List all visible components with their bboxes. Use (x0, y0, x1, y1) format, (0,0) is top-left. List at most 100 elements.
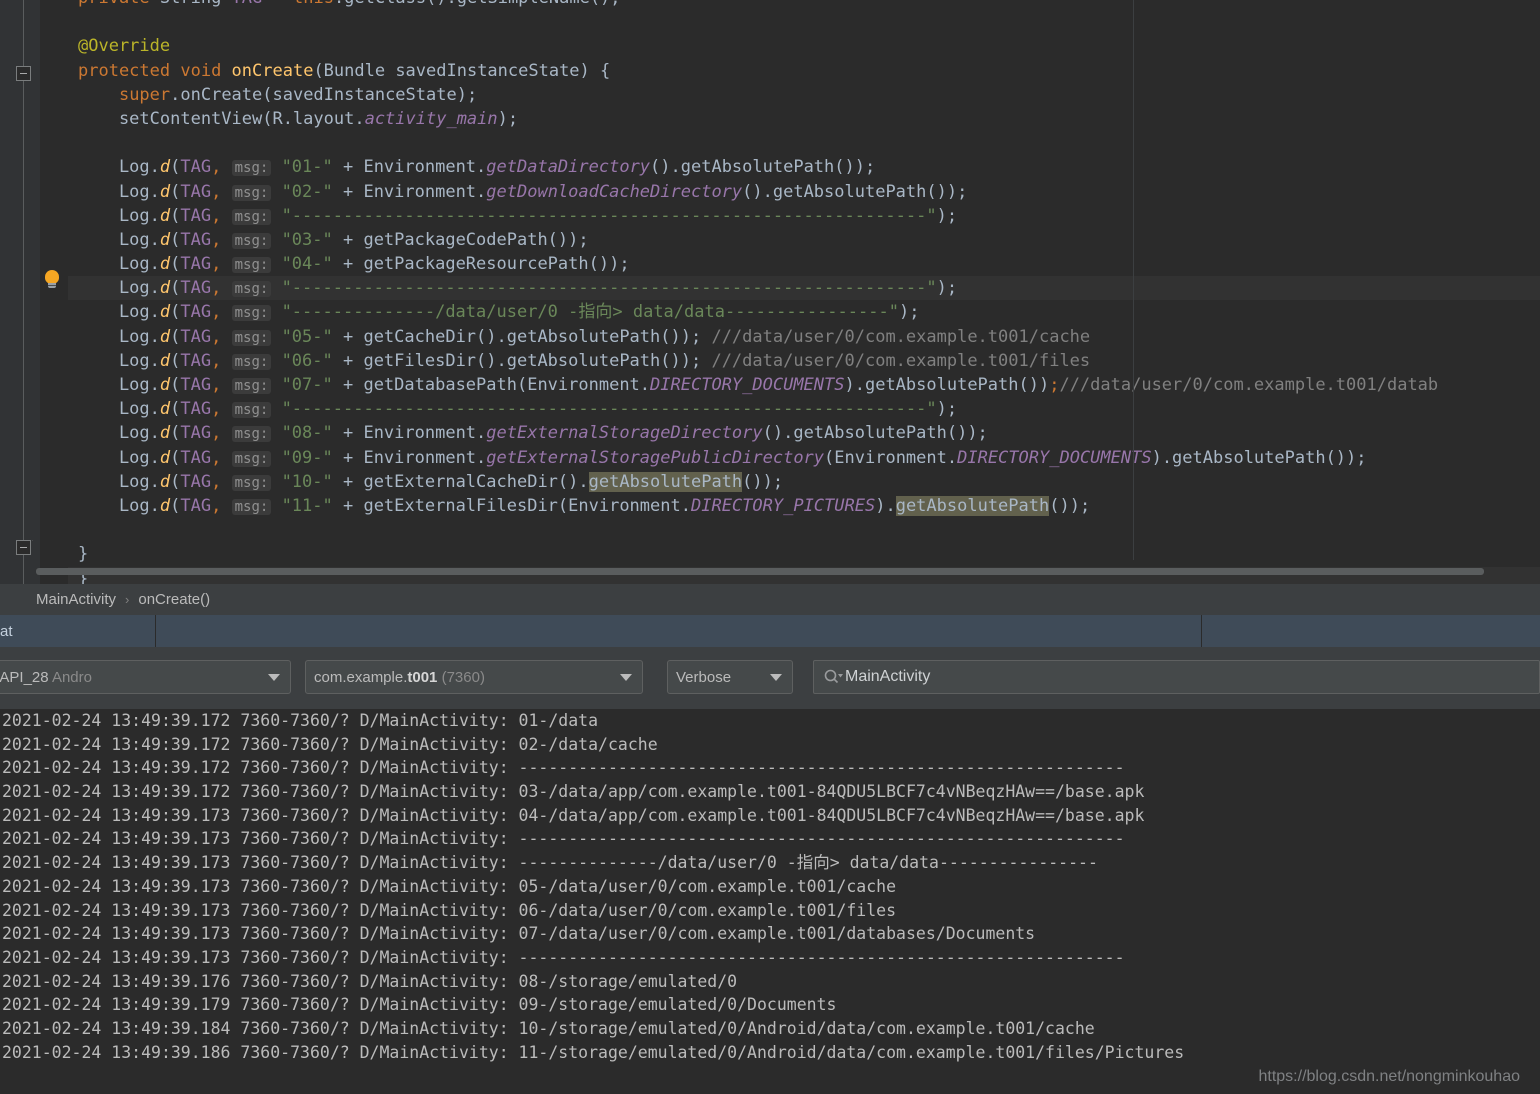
code-token: } (78, 544, 89, 565)
code-line[interactable]: } (68, 542, 1540, 566)
code-line[interactable]: Log.d(TAG, msg: "03-" + getPackageCodePa… (68, 228, 1540, 252)
logcat-tab-bar[interactable]: at (0, 615, 1540, 647)
code-token: "---------------------------------------… (281, 205, 937, 226)
chevron-down-icon[interactable] (268, 674, 280, 681)
code-token: super (118, 84, 171, 105)
code-line[interactable]: private String TAG = this.getClass().get… (68, 0, 1540, 10)
code-token: "09-" (281, 447, 333, 468)
code-token: @Override (78, 36, 171, 57)
code-token: msg: (231, 305, 272, 322)
logcat-line[interactable]: 2021-02-24 13:49:39.176 7360-7360/? D/Ma… (0, 970, 1540, 994)
device-selector[interactable]: mulator Nexus_S_API_28 Andro (0, 660, 291, 694)
chevron-down-icon[interactable] (620, 674, 632, 681)
logcat-line[interactable]: 2021-02-24 13:49:39.172 7360-7360/? D/Ma… (0, 709, 1540, 733)
code-token: ( (170, 495, 181, 516)
code-line[interactable]: Log.d(TAG, msg: "-----------------------… (68, 397, 1540, 421)
code-line[interactable]: Log.d(TAG, msg: "-----------------------… (68, 276, 1540, 301)
code-line[interactable]: Log.d(TAG, msg: "--------------/data/use… (68, 300, 1540, 324)
editor-gutter[interactable] (0, 0, 68, 584)
code-token: "05-" (281, 326, 333, 347)
code-line[interactable]: @Override (68, 34, 1540, 58)
logcat-line[interactable]: 2021-02-24 13:49:39.172 7360-7360/? D/Ma… (0, 756, 1540, 780)
logcat-line[interactable]: 2021-02-24 13:49:39.173 7360-7360/? D/Ma… (0, 899, 1540, 923)
process-name-bold: t001 (407, 668, 438, 686)
search-input-value[interactable]: MainActivity (845, 668, 930, 686)
code-token: DIRECTORY_PICTURES (690, 495, 876, 516)
tab-logcat[interactable]: at (0, 615, 156, 647)
code-line[interactable]: Log.d(TAG, msg: "10-" + getExternalCache… (68, 470, 1540, 494)
logcat-line[interactable]: 2021-02-24 13:49:39.179 7360-7360/? D/Ma… (0, 993, 1540, 1017)
logcat-line[interactable]: 2021-02-24 13:49:39.173 7360-7360/? D/Ma… (0, 922, 1540, 946)
chevron-down-icon[interactable] (770, 674, 782, 681)
process-selector[interactable]: com.example.t001 (7360) (305, 660, 643, 694)
logcat-line[interactable]: 2021-02-24 13:49:39.172 7360-7360/? D/Ma… (0, 780, 1540, 804)
code-token: ( (170, 350, 181, 371)
code-line[interactable]: Log.d(TAG, msg: "04-" + getPackageResour… (68, 252, 1540, 276)
code-token: DIRECTORY_DOCUMENTS (957, 447, 1152, 468)
code-line[interactable]: Log.d(TAG, msg: "-----------------------… (68, 204, 1540, 228)
code-token: Log. (78, 447, 160, 468)
code-token: d (159, 205, 171, 226)
code-line[interactable]: Log.d(TAG, msg: "06-" + getFilesDir().ge… (68, 349, 1540, 373)
logcat-line[interactable]: 2021-02-24 13:49:39.173 7360-7360/? D/Ma… (0, 946, 1540, 970)
logcat-line[interactable]: 2021-02-24 13:49:39.184 7360-7360/? D/Ma… (0, 1017, 1540, 1041)
code-line[interactable]: setContentView(R.layout.activity_main); (68, 107, 1540, 131)
process-pid: (7360) (437, 668, 485, 686)
logcat-line[interactable]: 2021-02-24 13:49:39.186 7360-7360/? D/Ma… (0, 1041, 1540, 1065)
breadcrumb-method[interactable]: onCreate() (138, 591, 210, 608)
code-token: Log. (78, 254, 160, 275)
code-line[interactable]: Log.d(TAG, msg: "05-" + getCacheDir().ge… (68, 325, 1540, 349)
logcat-line[interactable]: 2021-02-24 13:49:39.173 7360-7360/? D/Ma… (0, 851, 1540, 875)
intention-bulb-icon[interactable] (42, 270, 62, 290)
code-line[interactable] (68, 10, 1540, 34)
code-token: msg: (231, 184, 272, 201)
code-token: msg: (231, 160, 272, 177)
code-line[interactable]: protected void onCreate(Bundle savedInst… (68, 59, 1540, 83)
log-level-selector[interactable]: Verbose (667, 660, 793, 694)
tab-logcat-label: at (0, 622, 13, 640)
code-token: ( (170, 181, 181, 202)
code-token: , (211, 423, 232, 444)
logcat-line[interactable]: 2021-02-24 13:49:39.173 7360-7360/? D/Ma… (0, 875, 1540, 899)
code-token: ( (170, 302, 181, 323)
editor-horizontal-scrollbar[interactable] (36, 568, 1484, 575)
device-selector-label: mulator Nexus_S_API_28 Andro (0, 668, 92, 686)
code-token: ). (875, 495, 896, 516)
code-token: "03-" (281, 229, 333, 250)
code-line[interactable]: Log.d(TAG, msg: "11-" + getExternalFiles… (68, 494, 1540, 518)
code-token: msg: (231, 498, 272, 515)
code-token: TAG (180, 302, 212, 323)
code-line[interactable]: Log.d(TAG, msg: "01-" + Environment.getD… (68, 155, 1540, 179)
breadcrumb-class[interactable]: MainActivity (36, 591, 116, 608)
code-token: "--------------/data/user/0 -指向> data/da… (281, 302, 899, 323)
code-line[interactable]: Log.d(TAG, msg: "02-" + Environment.getD… (68, 180, 1540, 204)
search-icon[interactable] (823, 668, 843, 686)
code-line[interactable] (68, 131, 1540, 155)
code-text-area[interactable]: private String TAG = this.getClass().get… (68, 0, 1540, 584)
code-token: TAG (180, 471, 212, 492)
fold-marker-collapse-class[interactable] (16, 540, 31, 555)
code-line[interactable] (68, 518, 1540, 542)
logcat-line[interactable]: 2021-02-24 13:49:39.173 7360-7360/? D/Ma… (0, 804, 1540, 828)
code-token: d (159, 278, 171, 299)
code-token: (Bundle savedInstanceState) { (313, 60, 611, 81)
code-editor[interactable]: private String TAG = this.getClass().get… (0, 0, 1540, 584)
fold-marker-collapse-oncreate[interactable] (16, 66, 31, 81)
code-token: d (159, 495, 171, 516)
code-line[interactable]: Log.d(TAG, msg: "08-" + Environment.getE… (68, 421, 1540, 445)
logcat-filter-search[interactable]: MainActivity (813, 660, 1540, 694)
code-token: Log. (78, 302, 160, 323)
logcat-output[interactable]: 2021-02-24 13:49:39.172 7360-7360/? D/Ma… (0, 709, 1540, 1094)
code-line[interactable]: super.onCreate(savedInstanceState); (68, 83, 1540, 107)
logcat-line[interactable]: 2021-02-24 13:49:39.173 7360-7360/? D/Ma… (0, 827, 1540, 851)
code-line[interactable]: Log.d(TAG, msg: "07-" + getDatabasePath(… (68, 373, 1540, 397)
code-line[interactable]: Log.d(TAG, msg: "09-" + Environment.getE… (68, 446, 1540, 470)
logcat-line[interactable]: 2021-02-24 13:49:39.172 7360-7360/? D/Ma… (0, 733, 1540, 757)
code-token: ; (1049, 375, 1060, 395)
code-token: "11-" (281, 495, 333, 516)
code-token: ( (170, 205, 181, 226)
